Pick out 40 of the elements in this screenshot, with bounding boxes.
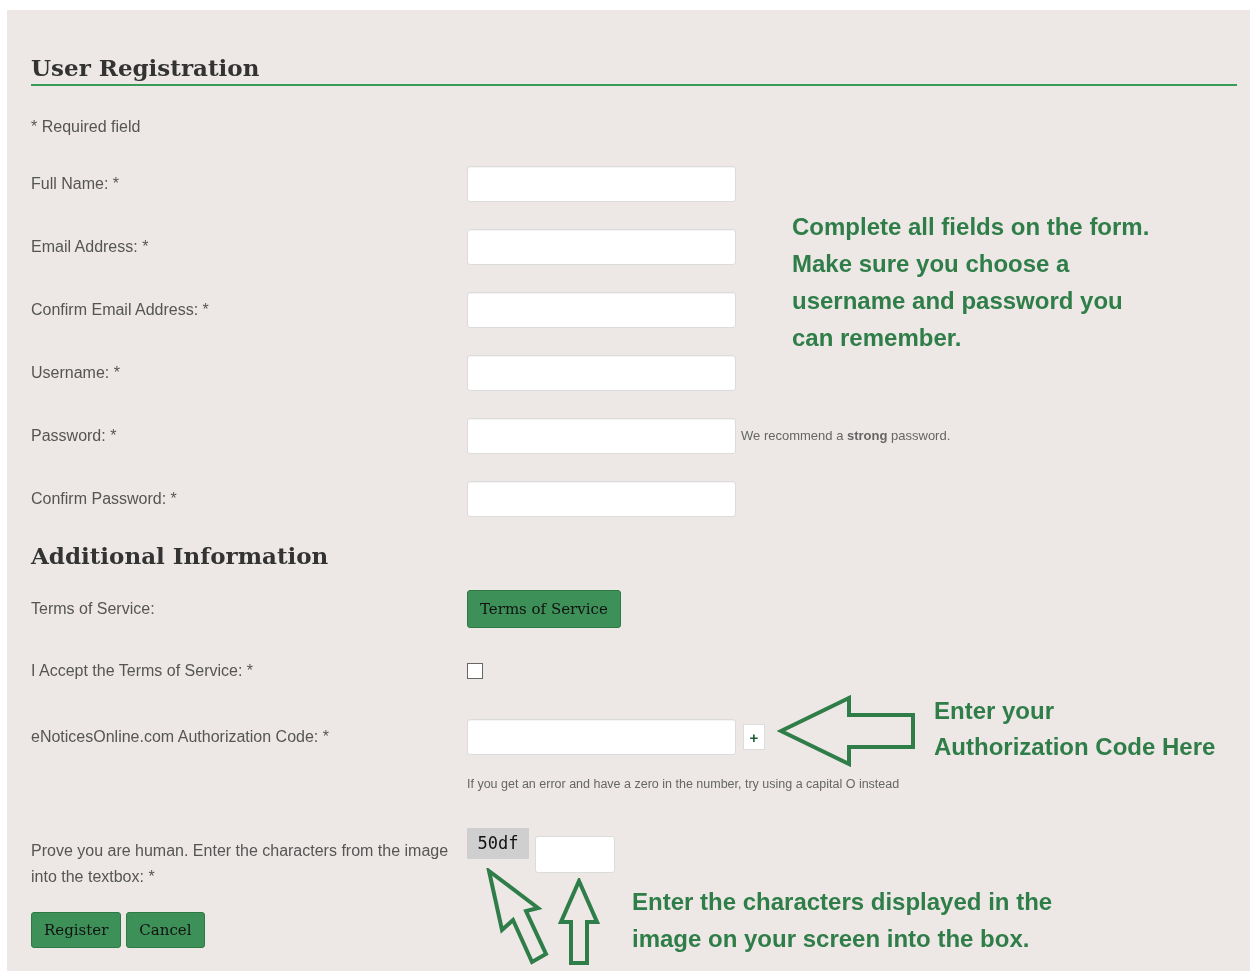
input-field[interactable]	[467, 418, 736, 454]
input-field[interactable]	[467, 229, 736, 265]
captcha-input-field[interactable]	[535, 836, 615, 873]
input-field[interactable]	[467, 481, 736, 517]
authorization-hint: If you get an error and have a zero in the number, try using a capital O instead	[467, 777, 900, 791]
terms-of-service-button[interactable]: Terms of Service	[467, 590, 621, 628]
field-label: Username: *	[31, 363, 121, 383]
captcha-image: 50df	[467, 828, 529, 859]
instruction-text: can remember.	[792, 323, 963, 353]
accept-checkbox[interactable]	[467, 663, 483, 679]
field-label: Password: *	[31, 426, 118, 446]
input-field[interactable]	[467, 292, 736, 328]
instruction-text: Complete all fields on the form.	[792, 212, 1150, 242]
cancel-button[interactable]: Cancel	[126, 912, 205, 948]
instruction-text: Authorization Code Here	[934, 732, 1216, 762]
field-label: Prove you are human. Enter the characters from the image into the textbox: *	[31, 841, 450, 887]
field-label: Confirm Password: *	[31, 489, 178, 509]
up-arrow-icon	[558, 878, 600, 966]
input-field[interactable]	[467, 355, 736, 391]
section-title: Additional Information	[31, 540, 329, 571]
input-field[interactable]	[467, 719, 736, 755]
left-arrow-icon	[777, 695, 917, 767]
field-label: Full Name: *	[31, 174, 121, 194]
field-label: eNoticesOnline.com Authorization Code: *	[31, 727, 330, 747]
field-label: Email Address: *	[31, 237, 150, 257]
instruction-text: Make sure you choose a	[792, 249, 1071, 279]
field-label: Terms of Service:	[31, 599, 156, 619]
page-title: User Registration	[31, 54, 260, 82]
instruction-text: username and password you	[792, 286, 1124, 316]
field-label: I Accept the Terms of Service: *	[31, 661, 255, 681]
input-field[interactable]	[467, 166, 736, 202]
register-button[interactable]: Register	[31, 912, 122, 948]
instruction-text: Enter the characters displayed in the	[632, 887, 1053, 917]
field-label: Confirm Email Address: *	[31, 300, 210, 320]
password-hint: We recommend a strong password.	[741, 427, 951, 446]
required-note: * Required field	[31, 117, 141, 137]
add-button[interactable]: +	[743, 724, 765, 750]
instruction-text: Enter your	[934, 696, 1056, 726]
diagonal-arrow-icon	[486, 868, 550, 966]
instruction-text: image on your screen into the box.	[632, 924, 1031, 954]
